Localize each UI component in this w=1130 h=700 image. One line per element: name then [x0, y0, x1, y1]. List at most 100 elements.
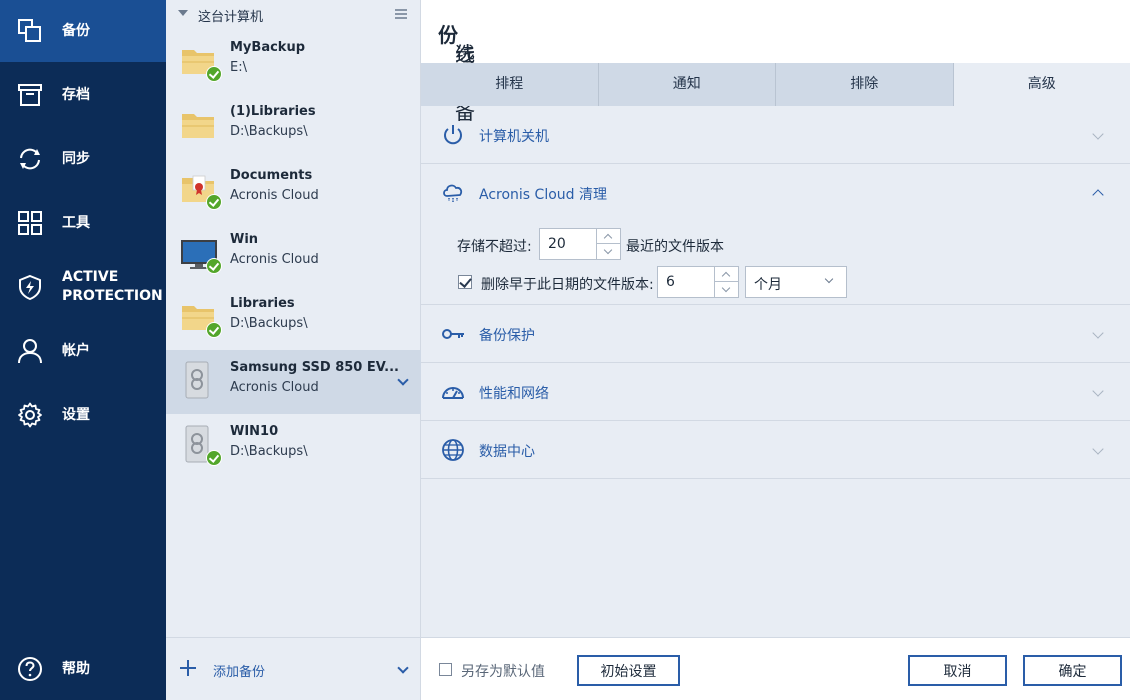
- stepper-down-icon[interactable]: [597, 244, 620, 259]
- caret-down-icon[interactable]: [178, 10, 188, 16]
- nav-item-label: 帮助: [62, 660, 90, 677]
- tab-exclusions[interactable]: 排除: [776, 63, 954, 106]
- section-computer-shutdown[interactable]: 计算机关机: [421, 106, 1130, 164]
- options-pane: 线上备份选项 排程 通知 排除 高级 计算机关机 Acronis Cloud 清…: [421, 0, 1130, 700]
- dialog-footer: 另存为默认值 初始设置 取消 确定: [421, 637, 1130, 700]
- age-unit-select[interactable]: 个月: [745, 266, 847, 298]
- backup-name: Samsung SSD 850 EV...: [230, 360, 399, 375]
- check-icon: [206, 194, 222, 210]
- documents-folder-icon: [180, 168, 222, 210]
- backup-item-win10[interactable]: WIN10 D:\Backups\: [166, 414, 421, 478]
- save-as-default-checkbox[interactable]: [439, 663, 452, 676]
- backup-destination: D:\Backups\: [230, 124, 308, 139]
- hamburger-icon[interactable]: [395, 9, 407, 19]
- nav-item-label: 设置: [62, 406, 90, 423]
- check-icon: [206, 66, 222, 82]
- backup-item-libraries[interactable]: Libraries D:\Backups\: [166, 286, 421, 350]
- cloud-icon: [441, 181, 465, 205]
- section-title: 数据中心: [479, 444, 535, 460]
- section-title: Acronis Cloud 清理: [479, 187, 607, 203]
- nav-item-label: 备份: [62, 22, 90, 39]
- plus-icon[interactable]: [180, 660, 196, 676]
- archive-icon: [17, 82, 43, 108]
- chevron-down-icon[interactable]: [1092, 443, 1104, 455]
- check-icon: [206, 322, 222, 338]
- chevron-down-icon[interactable]: [1092, 128, 1104, 140]
- section-performance-network[interactable]: 性能和网络: [421, 363, 1130, 421]
- tools-icon: [17, 210, 43, 236]
- tab-schedule[interactable]: 排程: [421, 63, 599, 106]
- check-icon: [206, 258, 222, 274]
- chevron-up-icon[interactable]: [1092, 189, 1104, 201]
- delete-old-versions-checkbox[interactable]: [458, 275, 472, 289]
- store-label: 存储不超过:: [457, 239, 532, 255]
- backup-item-win[interactable]: Win Acronis Cloud: [166, 222, 421, 286]
- backup-icon: [17, 18, 43, 44]
- tab-advanced[interactable]: 高级: [953, 63, 1130, 106]
- gauge-icon: [441, 380, 465, 404]
- add-backup-bar[interactable]: 添加备份: [166, 637, 421, 700]
- backup-name: Documents: [230, 168, 313, 183]
- stepper-buttons: [714, 267, 738, 297]
- backup-destination: D:\Backups\: [230, 444, 308, 459]
- backup-item-mybackup[interactable]: MyBackup E:\: [166, 30, 421, 94]
- nav-item-active-protection[interactable]: ACTIVE PROTECTION: [0, 256, 166, 318]
- reset-defaults-button[interactable]: 初始设置: [577, 655, 680, 686]
- backup-destination: Acronis Cloud: [230, 188, 319, 203]
- main-nav: 备份 存档 同步 工具 ACTIVE PROTECTION 帐户 设置 帮助: [0, 0, 166, 700]
- chevron-down-icon[interactable]: [1092, 327, 1104, 339]
- nav-item-label: 工具: [62, 214, 90, 231]
- ok-button[interactable]: 确定: [1023, 655, 1122, 686]
- shield-icon: [17, 274, 43, 300]
- nav-item-help[interactable]: 帮助: [0, 638, 166, 700]
- gear-icon: [17, 402, 43, 428]
- account-icon: [17, 338, 43, 364]
- list-header[interactable]: 这台计算机: [166, 0, 421, 30]
- stepper-up-icon[interactable]: [597, 229, 620, 244]
- list-header-title: 这台计算机: [198, 10, 264, 25]
- chevron-down-icon[interactable]: [1092, 385, 1104, 397]
- backup-item-1-libraries[interactable]: (1)Libraries D:\Backups\: [166, 94, 421, 158]
- backup-name: MyBackup: [230, 40, 306, 55]
- nav-item-sync[interactable]: 同步: [0, 128, 166, 190]
- nav-item-label: 同步: [62, 150, 90, 167]
- sync-icon: [17, 146, 43, 172]
- hard-drive-icon: [180, 360, 222, 402]
- nav-item-settings[interactable]: 设置: [0, 384, 166, 446]
- chevron-down-icon[interactable]: [397, 374, 409, 386]
- stepper-value: 6: [666, 274, 675, 290]
- options-tabs: 排程 通知 排除 高级: [421, 63, 1130, 106]
- stepper-up-icon[interactable]: [715, 267, 738, 282]
- backup-item-samsung-ssd[interactable]: Samsung SSD 850 EV... Acronis Cloud: [166, 350, 421, 414]
- globe-icon: [441, 438, 465, 462]
- add-backup-button[interactable]: 添加备份: [213, 661, 265, 680]
- select-value: 个月: [754, 277, 782, 293]
- nav-item-label: 帐户: [62, 342, 90, 359]
- store-versions-stepper[interactable]: 20: [539, 228, 621, 260]
- folder-icon: [180, 40, 222, 82]
- stepper-down-icon[interactable]: [715, 282, 738, 297]
- backup-name: Libraries: [230, 296, 295, 311]
- nav-item-label: 存档: [62, 86, 90, 103]
- nav-item-account[interactable]: 帐户: [0, 320, 166, 382]
- age-stepper[interactable]: 6: [657, 266, 739, 298]
- section-datacenter[interactable]: 数据中心: [421, 421, 1130, 479]
- cancel-button[interactable]: 取消: [908, 655, 1007, 686]
- nav-item-tools[interactable]: 工具: [0, 192, 166, 254]
- hard-drive-icon: [180, 424, 222, 466]
- folder-icon: [180, 104, 222, 146]
- chevron-down-icon[interactable]: [397, 662, 409, 674]
- folder-icon: [180, 296, 222, 338]
- backup-destination: E:\: [230, 60, 247, 75]
- backup-destination: Acronis Cloud: [230, 252, 319, 267]
- nav-item-archive[interactable]: 存档: [0, 64, 166, 126]
- delete-old-versions-label: 删除早于此日期的文件版本:: [481, 277, 654, 293]
- backup-destination: D:\Backups\: [230, 316, 308, 331]
- section-backup-protection[interactable]: 备份保护: [421, 305, 1130, 363]
- backup-item-documents[interactable]: Documents Acronis Cloud: [166, 158, 421, 222]
- section-cloud-cleanup-header[interactable]: Acronis Cloud 清理: [421, 164, 1130, 222]
- tab-notifications[interactable]: 通知: [599, 63, 776, 106]
- chevron-down-icon: [824, 274, 834, 284]
- nav-item-backup[interactable]: 备份: [0, 0, 166, 62]
- monitor-icon: [180, 232, 222, 274]
